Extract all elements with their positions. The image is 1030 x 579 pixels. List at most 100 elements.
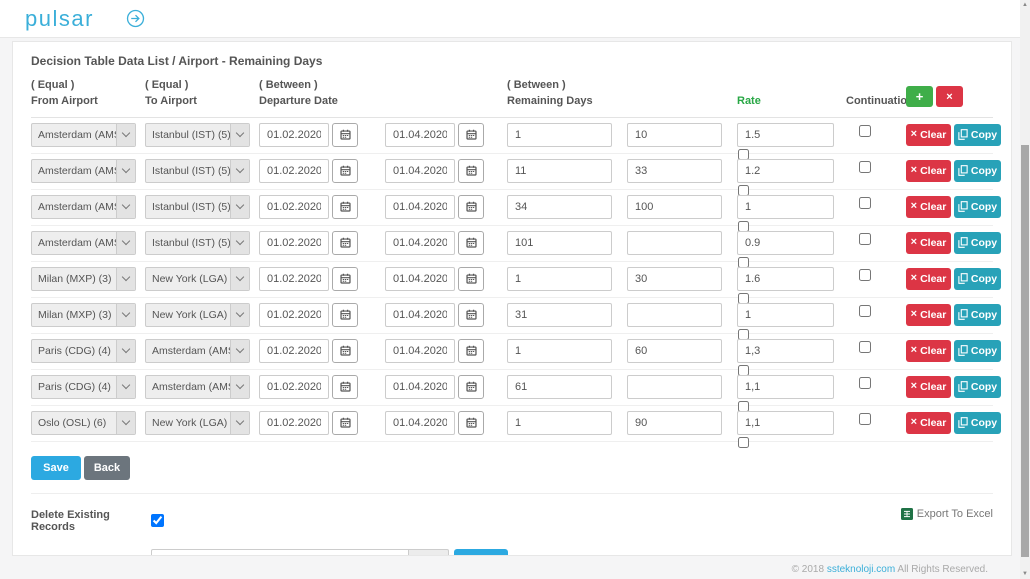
clear-button[interactable]: ×Clear	[906, 124, 951, 146]
remaining-days-to-input[interactable]	[627, 375, 722, 399]
upload-button[interactable]: Upload	[454, 549, 508, 556]
to-airport-select[interactable]: Istanbul (IST) (5)	[145, 195, 250, 219]
continuation-checkbox[interactable]	[859, 125, 871, 137]
copy-button[interactable]: Copy	[954, 232, 1001, 254]
calendar-to-button[interactable]	[458, 267, 484, 291]
remaining-days-from-input[interactable]	[507, 231, 612, 255]
save-button[interactable]: Save	[31, 456, 81, 480]
calendar-to-button[interactable]	[458, 375, 484, 399]
remaining-days-from-input[interactable]	[507, 303, 612, 327]
departure-date-to-input[interactable]	[385, 411, 455, 435]
remove-row-button[interactable]: ×	[936, 86, 963, 107]
to-airport-select[interactable]: New York (LGA) (2)	[145, 411, 250, 435]
calendar-from-button[interactable]	[332, 303, 358, 327]
copy-button[interactable]: Copy	[954, 412, 1001, 434]
remaining-days-from-input[interactable]	[507, 339, 612, 363]
continuation-checkbox[interactable]	[859, 413, 871, 425]
from-airport-select[interactable]: Paris (CDG) (4)	[31, 375, 136, 399]
departure-date-to-input[interactable]	[385, 231, 455, 255]
remaining-days-from-input[interactable]	[507, 195, 612, 219]
departure-date-from-input[interactable]	[259, 411, 329, 435]
departure-date-from-input[interactable]	[259, 339, 329, 363]
from-airport-select[interactable]: Amsterdam (AMS) (1)	[31, 123, 136, 147]
clear-button[interactable]: ×Clear	[906, 232, 951, 254]
departure-date-to-input[interactable]	[385, 339, 455, 363]
to-airport-select[interactable]: Istanbul (IST) (5)	[145, 231, 250, 255]
calendar-from-button[interactable]	[332, 267, 358, 291]
from-airport-select[interactable]: Amsterdam (AMS) (1)	[31, 195, 136, 219]
from-airport-select[interactable]: Milan (MXP) (3)	[31, 303, 136, 327]
departure-date-to-input[interactable]	[385, 159, 455, 183]
rate-checkbox[interactable]	[738, 437, 749, 448]
rate-input[interactable]	[737, 195, 834, 219]
copy-button[interactable]: Copy	[954, 196, 1001, 218]
sidebar-toggle-button[interactable]	[126, 9, 145, 28]
vertical-scrollbar[interactable]: ▲ ▼	[1020, 0, 1030, 579]
departure-date-to-input[interactable]	[385, 123, 455, 147]
departure-date-from-input[interactable]	[259, 195, 329, 219]
rate-input[interactable]	[737, 411, 834, 435]
remaining-days-from-input[interactable]	[507, 411, 612, 435]
copy-button[interactable]: Copy	[954, 160, 1001, 182]
calendar-from-button[interactable]	[332, 339, 358, 363]
copy-button[interactable]: Copy	[954, 376, 1001, 398]
clear-button[interactable]: ×Clear	[906, 376, 951, 398]
copy-button[interactable]: Copy	[954, 124, 1001, 146]
file-choose-input[interactable]	[151, 549, 409, 556]
delete-existing-checkbox[interactable]	[151, 514, 164, 527]
calendar-from-button[interactable]	[332, 123, 358, 147]
clear-button[interactable]: ×Clear	[906, 340, 951, 362]
departure-date-from-input[interactable]	[259, 375, 329, 399]
from-airport-select[interactable]: Amsterdam (AMS) (1)	[31, 231, 136, 255]
calendar-to-button[interactable]	[458, 123, 484, 147]
scroll-down-arrow-icon[interactable]: ▼	[1020, 571, 1030, 577]
departure-date-from-input[interactable]	[259, 159, 329, 183]
remaining-days-to-input[interactable]	[627, 231, 722, 255]
back-button[interactable]: Back	[84, 456, 130, 480]
to-airport-select[interactable]: Istanbul (IST) (5)	[145, 159, 250, 183]
remaining-days-to-input[interactable]	[627, 411, 722, 435]
ssteknoloji-link[interactable]: ssteknoloji.com	[827, 564, 895, 575]
to-airport-select[interactable]: Amsterdam (AMS) (1)	[145, 375, 250, 399]
continuation-checkbox[interactable]	[859, 269, 871, 281]
remaining-days-from-input[interactable]	[507, 267, 612, 291]
clear-button[interactable]: ×Clear	[906, 160, 951, 182]
from-airport-select[interactable]: Milan (MXP) (3)	[31, 267, 136, 291]
remaining-days-from-input[interactable]	[507, 375, 612, 399]
rate-input[interactable]	[737, 231, 834, 255]
remaining-days-to-input[interactable]	[627, 267, 722, 291]
from-airport-select[interactable]: Oslo (OSL) (6)	[31, 411, 136, 435]
clear-button[interactable]: ×Clear	[906, 268, 951, 290]
browse-button[interactable]: Browse	[409, 549, 449, 556]
from-airport-select[interactable]: Paris (CDG) (4)	[31, 339, 136, 363]
calendar-to-button[interactable]	[458, 303, 484, 327]
to-airport-select[interactable]: New York (LGA) (2)	[145, 267, 250, 291]
calendar-from-button[interactable]	[332, 411, 358, 435]
rate-input[interactable]	[737, 159, 834, 183]
calendar-to-button[interactable]	[458, 339, 484, 363]
from-airport-select[interactable]: Amsterdam (AMS) (1)	[31, 159, 136, 183]
copy-button[interactable]: Copy	[954, 340, 1001, 362]
scroll-up-arrow-icon[interactable]: ▲	[1020, 2, 1030, 8]
calendar-to-button[interactable]	[458, 231, 484, 255]
remaining-days-from-input[interactable]	[507, 159, 612, 183]
remaining-days-to-input[interactable]	[627, 123, 722, 147]
calendar-to-button[interactable]	[458, 159, 484, 183]
scrollbar-thumb[interactable]	[1021, 145, 1029, 557]
departure-date-to-input[interactable]	[385, 375, 455, 399]
continuation-checkbox[interactable]	[859, 161, 871, 173]
departure-date-from-input[interactable]	[259, 231, 329, 255]
calendar-from-button[interactable]	[332, 159, 358, 183]
remaining-days-to-input[interactable]	[627, 195, 722, 219]
departure-date-from-input[interactable]	[259, 303, 329, 327]
departure-date-to-input[interactable]	[385, 195, 455, 219]
to-airport-select[interactable]: Amsterdam (AMS) (1)	[145, 339, 250, 363]
calendar-from-button[interactable]	[332, 231, 358, 255]
rate-input[interactable]	[737, 339, 834, 363]
continuation-checkbox[interactable]	[859, 197, 871, 209]
rate-input[interactable]	[737, 267, 834, 291]
add-row-button[interactable]: +	[906, 86, 933, 107]
pulsar-logo[interactable]: pulsar	[25, 6, 94, 32]
copy-button[interactable]: Copy	[954, 304, 1001, 326]
rate-input[interactable]	[737, 303, 834, 327]
